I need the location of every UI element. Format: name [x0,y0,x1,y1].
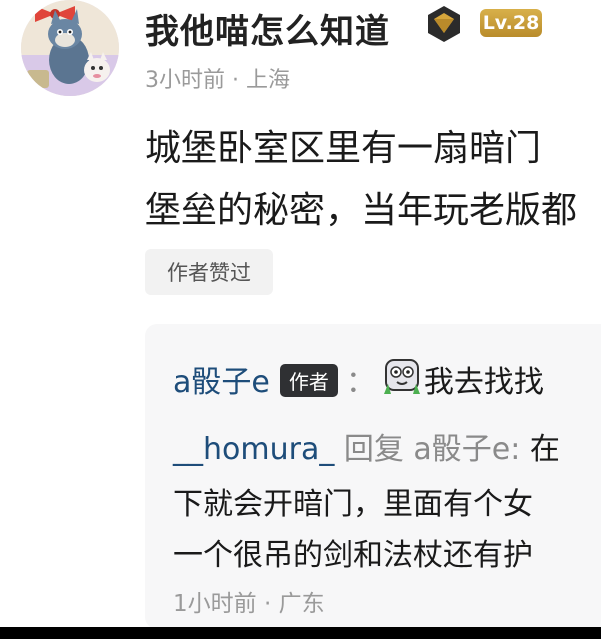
reply-time: 1小时前 [173,591,257,617]
reply-meta: 1小时前 · 广东 [173,584,325,618]
meta-separator: · [232,68,239,93]
reply-thread[interactable]: a骰子e 作者： 我去找找 __homura_ 回复 a骰子e: 在 下就会开暗门… [145,324,601,629]
avatar-image [21,0,119,96]
reply-username[interactable]: __homura_ [173,432,334,467]
reply-location: 广东 [278,591,325,617]
reply-target-name[interactable]: a骰子e: [413,432,520,467]
reply-item[interactable]: a骰子e 作者： 我去找找 [173,357,544,407]
sticker-face-icon [382,358,422,404]
author-tag: 作者 [279,364,338,397]
reply-username[interactable]: a骰子e [173,365,270,400]
gold-gem-icon[interactable] [424,4,464,44]
reply-text: 我去找找 [423,365,544,400]
reply-text-line: 下就会开暗门，里面有个女 [173,487,533,522]
avatar[interactable] [21,0,119,96]
reply-item[interactable]: __homura_ 回复 a骰子e: 在 [173,424,560,468]
post-time: 3小时前 [145,68,225,93]
reply-text: 在 [529,432,560,467]
author-liked-tag: 作者赞过 [145,249,273,295]
reply-to-label: 回复 [343,432,404,467]
reply-colon: ： [345,365,376,400]
level-badge: Lv.28 [480,9,542,37]
username[interactable]: 我他喵怎么知道 [145,4,390,53]
bottom-edge-bar [0,627,601,639]
content-line: 堡垒的秘密，当年玩老版都 [145,190,578,231]
meta-separator: · [263,591,272,617]
post-location: 上海 [246,68,291,93]
reply-text-line: 一个很吊的剑和法杖还有护 [173,538,533,573]
comment-content[interactable]: 城堡卧室区里有一扇暗门 堡垒的秘密，当年玩老版都 [145,118,601,242]
post-meta: 3小时前 · 上海 [145,62,290,94]
content-line: 城堡卧室区里有一扇暗门 [145,128,542,169]
